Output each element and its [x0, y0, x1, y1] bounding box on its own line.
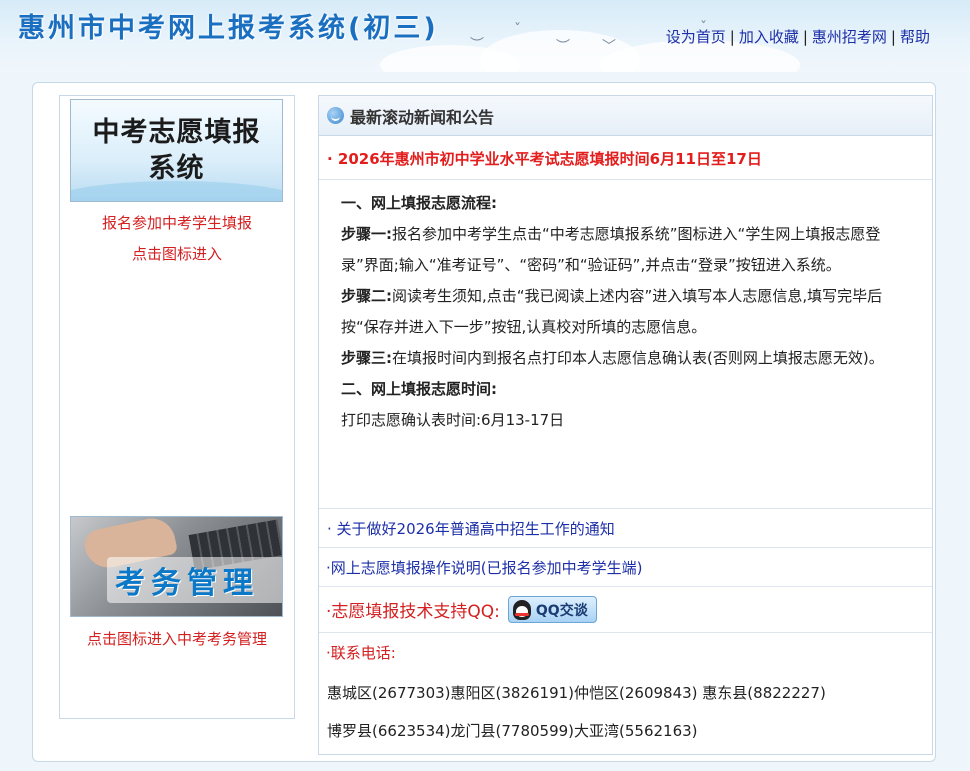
step1-text: 报名参加中考学生点击“中考志愿填报系统”图标进入“学生网上填报志愿登录”界面;输…	[341, 225, 881, 274]
section1-title: 一、网上填报志愿流程:	[341, 194, 497, 212]
wave-decoration	[71, 181, 282, 201]
bird-icon: ﹀	[602, 39, 616, 55]
step1-label: 步骤一:	[341, 225, 392, 243]
phone-list: 惠城区(2677303)惠阳区(3826191)仲恺区(2609843) 惠东县…	[327, 674, 927, 750]
news-header: 最新滚动新闻和公告	[319, 96, 932, 136]
zk-volunteer-system-banner[interactable]: 中考志愿填报 系统	[70, 99, 283, 202]
zk-caption-line1: 报名参加中考学生填报	[101, 214, 252, 232]
bird-icon: ︶	[470, 37, 484, 53]
smiley-icon	[327, 107, 344, 124]
contact-label: ·联系电话:	[326, 643, 396, 662]
headline-row: · 2026年惠州市初中学业水平考试志愿填报时间6月11日至17日	[319, 137, 932, 180]
news-header-title: 最新滚动新闻和公告	[350, 107, 495, 127]
link-separator: |	[729, 28, 735, 46]
link-separator: |	[802, 28, 808, 46]
step2-text: 阅读考生须知,点击“我已阅读上述内容”进入填写本人志愿信息,填写完毕后按“保存并…	[341, 287, 883, 336]
page-header: ︶ ˇ ︶ ﹀ ˇ 惠州市中考网上报考系统(初三) 设为首页 | 加入收藏 | 惠州招考…	[0, 0, 970, 72]
qq-row: ·志愿填报技术支持QQ: QQ交谈	[319, 587, 932, 633]
headline-link[interactable]: · 2026年惠州市初中学业水平考试志愿填报时间6月11日至17日	[327, 148, 762, 169]
notice-link[interactable]: · 关于做好2026年普通高中招生工作的通知	[327, 518, 615, 539]
help-link[interactable]: 帮助	[900, 28, 930, 46]
notice-row: · 关于做好2026年普通高中招生工作的通知	[319, 509, 932, 548]
top-links: 设为首页 | 加入收藏 | 惠州招考网 | 帮助	[666, 26, 930, 47]
add-favorite-link[interactable]: 加入收藏	[739, 28, 799, 46]
qq-penguin-icon	[512, 599, 531, 620]
qq-support-label: ·志愿填报技术支持QQ:	[326, 602, 500, 622]
qq-button-label: QQ交谈	[535, 602, 588, 619]
step3: 步骤三:在填报时间内到报名点打印本人志愿信息确认表(否则网上填报志愿无效)。	[341, 343, 916, 374]
zk-banner-line1: 中考志愿填报	[92, 116, 261, 148]
contact-row: ·联系电话:	[319, 633, 932, 671]
recruit-site-link[interactable]: 惠州招考网	[812, 28, 887, 46]
section2-title: 二、网上填报志愿时间:	[341, 380, 497, 398]
guide-link[interactable]: ·网上志愿填报操作说明(已报名参加中考学生端)	[326, 557, 642, 578]
bird-icon: ˇ	[514, 22, 521, 38]
qq-chat-button[interactable]: QQ交谈	[507, 596, 597, 623]
set-home-link[interactable]: 设为首页	[666, 28, 726, 46]
step2-label: 步骤二:	[341, 287, 392, 305]
news-detail: 一、网上填报志愿流程: 步骤一:报名参加中考学生点击“中考志愿填报系统”图标进入…	[341, 188, 916, 436]
link-separator: |	[890, 28, 896, 46]
step2: 步骤二:阅读考生须知,点击“我已阅读上述内容”进入填写本人志愿信息,填写完毕后按…	[341, 281, 916, 343]
zk-caption-line2: 点击图标进入	[131, 245, 222, 263]
phones-line2: 博罗县(6623534)龙门县(7780599)大亚湾(5562163)	[327, 722, 698, 740]
kw-banner-text: 考务管理	[107, 557, 282, 603]
phones-line1: 惠城区(2677303)惠阳区(3826191)仲恺区(2609843) 惠东县…	[327, 684, 826, 702]
detail-divider	[319, 468, 932, 509]
print-time: 打印志愿确认表时间:6月13-17日	[341, 411, 565, 429]
step1: 步骤一:报名参加中考学生点击“中考志愿填报系统”图标进入“学生网上填报志愿登录”…	[341, 219, 916, 281]
bird-icon: ︶	[556, 39, 570, 55]
site-title: 惠州市中考网上报考系统(初三)	[18, 13, 439, 44]
step3-label: 步骤三:	[341, 349, 392, 367]
guide-row: ·网上志愿填报操作说明(已报名参加中考学生端)	[319, 548, 932, 587]
step3-text: 在填报时间内到报名点打印本人志愿信息确认表(否则网上填报志愿无效)。	[392, 349, 884, 367]
kw-caption: 点击图标进入中考考务管理	[86, 630, 267, 648]
exam-affairs-banner[interactable]: 考务管理	[70, 516, 283, 617]
